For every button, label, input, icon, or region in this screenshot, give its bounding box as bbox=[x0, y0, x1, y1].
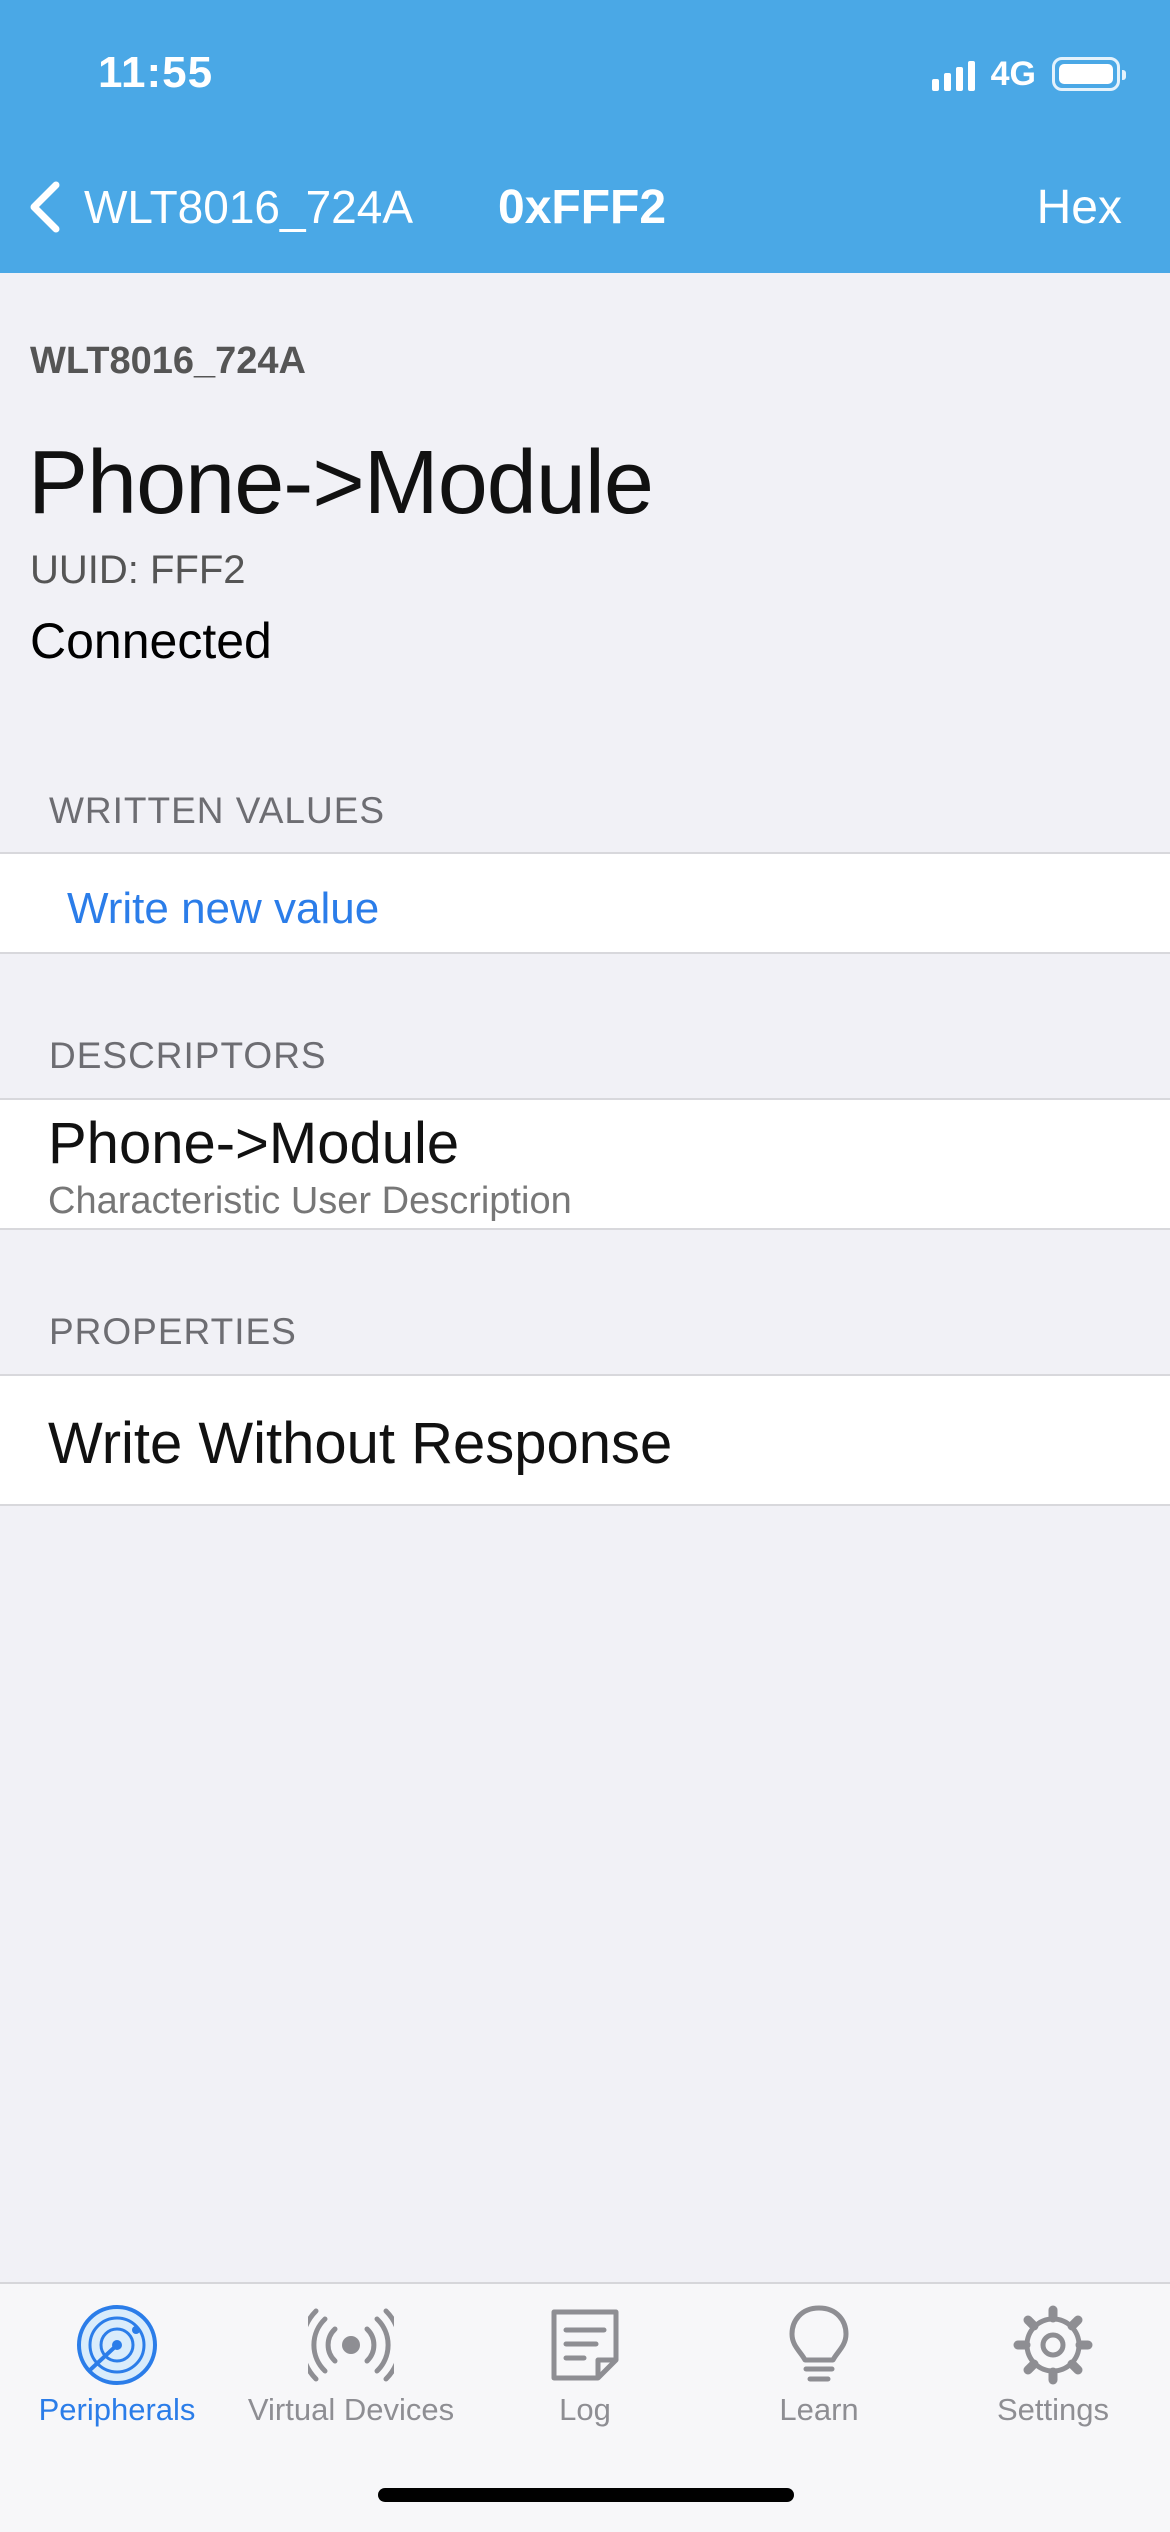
tab-label: Virtual Devices bbox=[247, 2392, 455, 2427]
lightbulb-icon bbox=[789, 2305, 849, 2382]
chevron-left-icon bbox=[30, 181, 60, 233]
property-row: Write Without Response bbox=[0, 1374, 1170, 1506]
note-icon bbox=[551, 2309, 619, 2381]
status-indicators: 4G bbox=[931, 52, 1126, 96]
back-button-label: WLT8016_724A bbox=[84, 181, 414, 233]
hex-toggle-button[interactable]: Hex bbox=[1037, 172, 1122, 242]
characteristic-name: Phone->Module bbox=[28, 433, 654, 533]
cellular-signal-icon bbox=[931, 57, 975, 91]
home-indicator[interactable] bbox=[378, 2488, 794, 2502]
radar-icon bbox=[77, 2305, 157, 2385]
section-header-properties: PROPERTIES bbox=[49, 1311, 297, 1352]
status-time: 11:55 bbox=[98, 48, 214, 97]
navigation-bar: 11:55 4G WLT8016_724A 0xFFF2 Hex bbox=[0, 0, 1170, 273]
tab-label: Peripherals bbox=[38, 2392, 196, 2427]
descriptor-subtitle: Characteristic User Description bbox=[48, 1180, 572, 1222]
descriptor-title: Phone->Module bbox=[48, 1111, 460, 1176]
tab-peripherals[interactable]: Peripherals bbox=[0, 2284, 234, 2444]
battery-icon bbox=[1052, 57, 1126, 91]
back-button[interactable]: WLT8016_724A bbox=[26, 172, 413, 242]
gear-icon bbox=[1013, 2305, 1093, 2385]
descriptor-row[interactable]: Phone->Module Characteristic User Descri… bbox=[0, 1098, 1170, 1230]
tab-settings[interactable]: Settings bbox=[936, 2284, 1170, 2444]
network-type: 4G bbox=[990, 54, 1036, 93]
section-header-written-values: WRITTEN VALUES bbox=[49, 790, 386, 831]
tab-learn[interactable]: Learn bbox=[702, 2284, 936, 2444]
tab-label: Learn bbox=[779, 2392, 859, 2427]
tab-label: Log bbox=[559, 2392, 611, 2427]
connection-status: Connected bbox=[30, 613, 272, 669]
write-new-value-cell[interactable]: Write new value bbox=[0, 852, 1170, 954]
tab-log[interactable]: Log bbox=[468, 2284, 702, 2444]
section-header-descriptors: DESCRIPTORS bbox=[49, 1035, 327, 1076]
tab-label: Settings bbox=[996, 2392, 1109, 2427]
property-value: Write Without Response bbox=[48, 1411, 673, 1476]
device-name: WLT8016_724A bbox=[30, 340, 306, 382]
write-new-value-link[interactable]: Write new value bbox=[67, 884, 379, 934]
characteristic-uuid: UUID: FFF2 bbox=[30, 548, 246, 592]
tab-virtual-devices[interactable]: Virtual Devices bbox=[234, 2284, 468, 2444]
broadcast-icon bbox=[308, 2308, 394, 2382]
page-title: 0xFFF2 bbox=[498, 180, 667, 234]
